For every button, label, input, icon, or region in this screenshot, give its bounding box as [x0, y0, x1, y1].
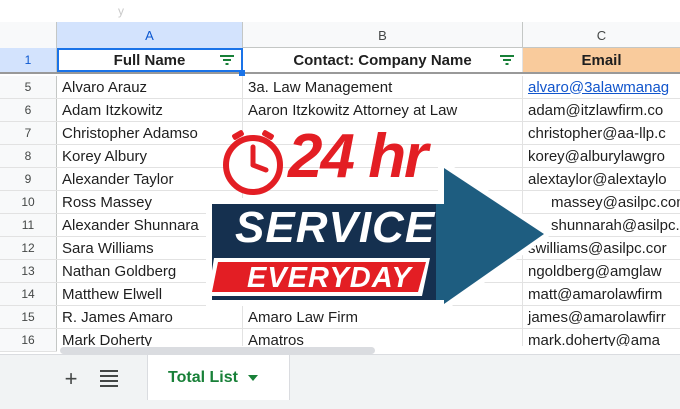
row-number[interactable]: 8	[0, 145, 57, 167]
header-label: Full Name	[113, 51, 186, 69]
row-number[interactable]: 16	[0, 329, 57, 351]
select-all-corner[interactable]	[0, 22, 57, 48]
row-number[interactable]: 9	[0, 168, 57, 190]
header-label: Contact: Company Name	[293, 51, 472, 69]
chevron-down-icon[interactable]	[247, 374, 258, 381]
service-promo-overlay: 24 hr SERVICE EVERYDAY	[200, 116, 560, 344]
horizontal-scrollbar-thumb[interactable]	[60, 347, 375, 354]
cell-email-link[interactable]: alvaro@3alawmanag	[523, 76, 680, 98]
row-number[interactable]: 7	[0, 122, 57, 144]
promo-service-text: SERVICE	[235, 203, 436, 252]
toolbar-strip: y	[0, 0, 680, 22]
row-number[interactable]: 12	[0, 237, 57, 259]
sheet-tab-active[interactable]: Total List	[147, 355, 290, 400]
header-cell-company[interactable]: Contact: Company Name	[243, 48, 523, 72]
row-number[interactable]: 1	[0, 48, 57, 72]
filter-icon[interactable]	[500, 54, 514, 66]
toolbar-faint-text: y	[118, 4, 124, 18]
row-number[interactable]: 10	[0, 191, 57, 213]
column-header-c[interactable]: C	[523, 22, 680, 48]
row-number[interactable]: 11	[0, 214, 57, 236]
sheet-tab-bar: + Total List	[0, 354, 680, 409]
table-header-row: 1 Full Name Contact: Company Name Email	[0, 48, 680, 74]
column-header-b[interactable]: B	[243, 22, 523, 48]
promo-everyday-text: EVERYDAY	[247, 262, 412, 294]
header-label: Email	[581, 51, 622, 69]
column-header-a[interactable]: A	[57, 22, 243, 48]
promo-headline: 24 hr	[288, 122, 428, 191]
row-number[interactable]: 15	[0, 306, 57, 328]
clock-icon	[223, 130, 283, 195]
row-number[interactable]: 6	[0, 99, 57, 121]
header-cell-email[interactable]: Email	[523, 48, 680, 72]
row-number[interactable]: 14	[0, 283, 57, 305]
sheet-tab-label: Total List	[168, 368, 238, 386]
filter-icon[interactable]	[220, 54, 234, 66]
add-sheet-button[interactable]: +	[59, 366, 83, 391]
all-sheets-menu-icon[interactable]	[100, 370, 118, 387]
column-header-row: A B C	[0, 22, 680, 48]
row-number[interactable]: 13	[0, 260, 57, 282]
row-number[interactable]: 5	[0, 76, 57, 98]
cell-company[interactable]: 3a. Law Management	[243, 76, 523, 98]
header-cell-full-name[interactable]: Full Name	[57, 48, 243, 72]
table-row: 5 Alvaro Arauz 3a. Law Management alvaro…	[0, 76, 680, 99]
cell-full-name[interactable]: Alvaro Arauz	[57, 76, 243, 98]
